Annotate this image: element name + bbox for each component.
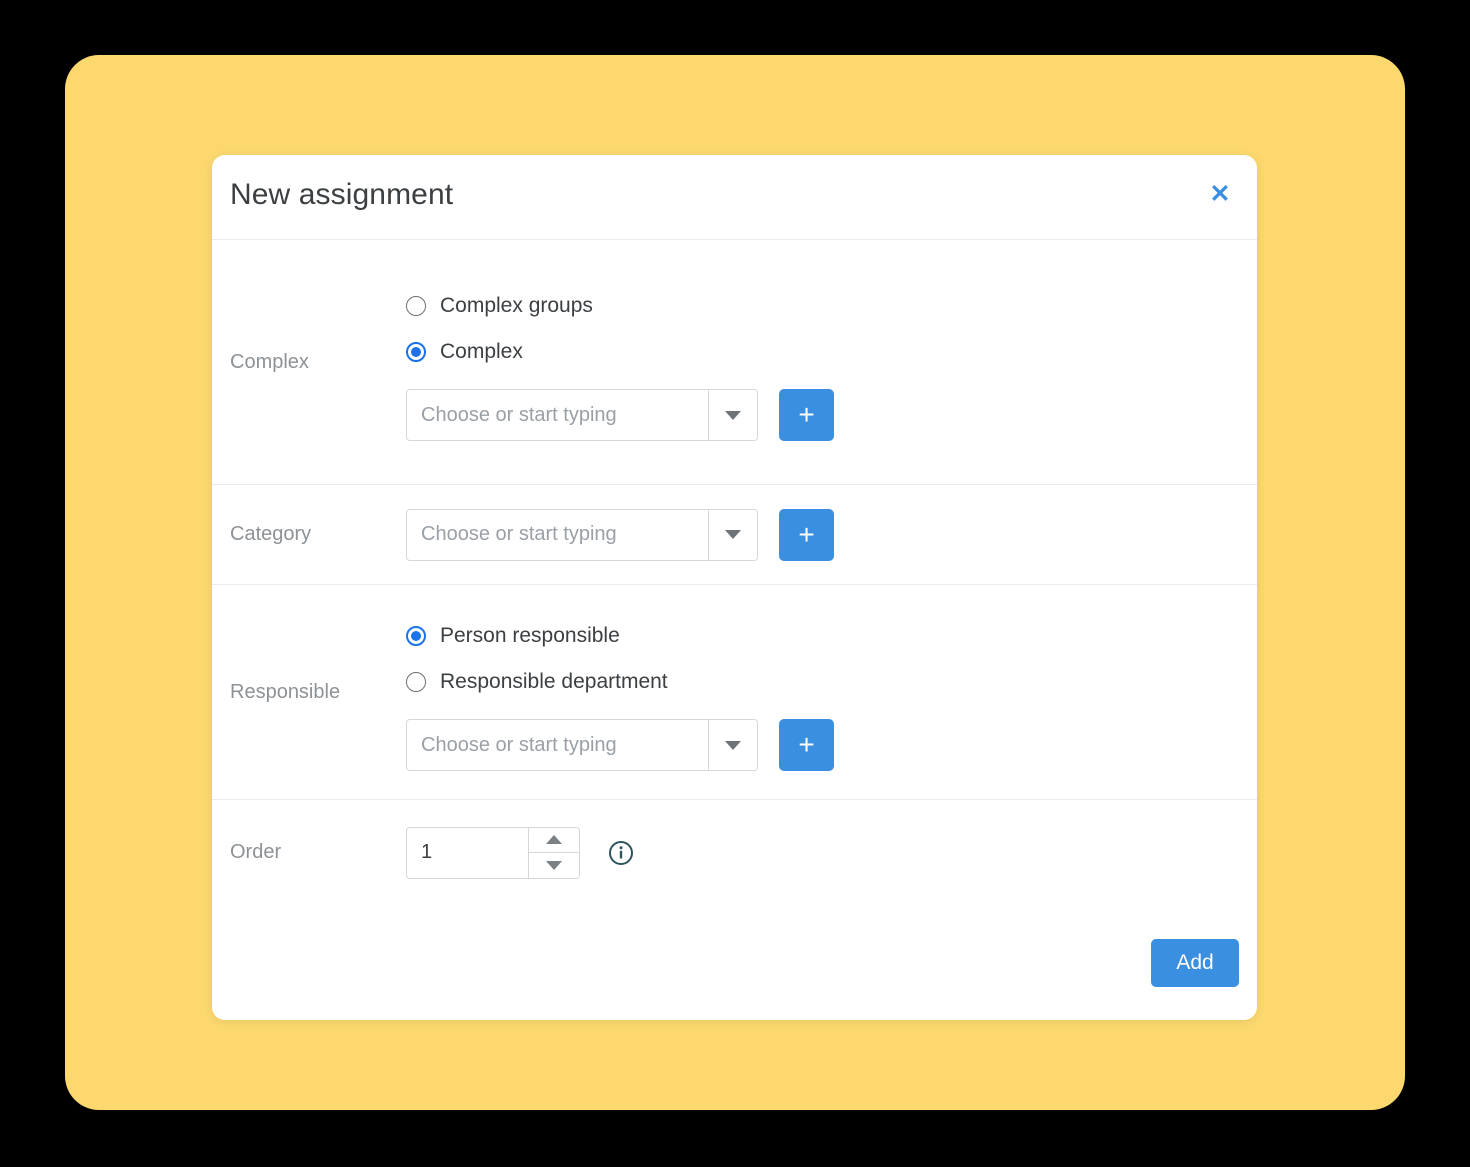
radio-complex-label: Complex [440, 340, 523, 363]
add-category-button[interactable]: + [779, 508, 834, 561]
chevron-down-icon[interactable] [708, 720, 757, 770]
category-select[interactable] [406, 508, 758, 561]
chevron-down-icon[interactable] [708, 390, 757, 440]
add-responsible-button[interactable]: + [779, 719, 834, 771]
label-complex: Complex [230, 350, 309, 373]
label-order: Order [230, 841, 282, 863]
caret-down-icon[interactable] [529, 852, 579, 878]
radio-person-responsible-mark[interactable] [406, 626, 426, 646]
info-icon[interactable] [608, 840, 634, 866]
order-row-content [406, 826, 1239, 879]
chevron-down-icon[interactable] [708, 509, 757, 560]
complex-select[interactable] [406, 389, 758, 441]
category-select-group: + [406, 508, 1239, 561]
page-title: New assignment [230, 178, 454, 211]
dialog-footer: Add [212, 905, 1257, 1020]
add-button[interactable]: Add [1151, 938, 1239, 987]
category-row-content: + [406, 508, 1239, 561]
order-stepper-buttons [528, 827, 579, 878]
radio-person-responsible-label: Person responsible [440, 624, 620, 647]
responsible-select-group: + [406, 719, 1239, 771]
complex-row-content: Complex groups Complex + [406, 283, 1239, 441]
form-row-complex: Complex Complex groups Complex Choose or… [212, 240, 1257, 485]
responsible-row-content: Person responsible Responsible departmen… [406, 613, 1239, 771]
radio-responsible-department[interactable]: Responsible department [406, 659, 1239, 705]
form-row-order: Order [212, 800, 1257, 905]
new-assignment-dialog: New assignment ✕ Complex Complex groups … [212, 155, 1257, 1020]
complex-select-input[interactable] [407, 390, 708, 440]
complex-select-group: + [406, 389, 1239, 441]
radio-complex-groups-mark[interactable] [406, 296, 426, 316]
radio-complex-groups[interactable]: Complex groups [406, 283, 1239, 329]
radio-complex-groups-label: Complex groups [440, 294, 593, 317]
add-complex-button[interactable]: + [779, 389, 834, 441]
radio-responsible-department-label: Responsible department [440, 670, 668, 693]
radio-person-responsible[interactable]: Person responsible [406, 613, 1239, 659]
label-category: Category [230, 523, 312, 545]
order-stepper-group [406, 826, 1239, 879]
responsible-select[interactable] [406, 719, 758, 771]
close-icon[interactable]: ✕ [1203, 177, 1237, 211]
form-row-responsible: Responsible Person responsible Responsib… [212, 585, 1257, 800]
yellow-backdrop-panel: New assignment ✕ Complex Complex groups … [65, 55, 1405, 1110]
label-responsible: Responsible [230, 680, 341, 703]
order-quantity-stepper[interactable] [406, 826, 580, 879]
order-input[interactable] [407, 827, 528, 878]
responsible-select-input[interactable] [407, 720, 708, 770]
category-select-input[interactable] [407, 509, 708, 560]
dialog-header: New assignment ✕ [212, 155, 1257, 240]
radio-complex[interactable]: Complex [406, 329, 1239, 375]
caret-up-icon[interactable] [529, 827, 579, 852]
radio-responsible-department-mark[interactable] [406, 672, 426, 692]
radio-complex-mark[interactable] [406, 342, 426, 362]
form-row-category: Category + [212, 485, 1257, 585]
